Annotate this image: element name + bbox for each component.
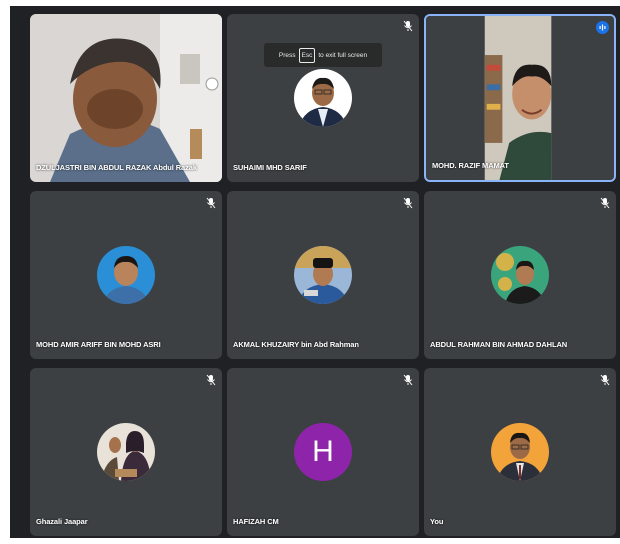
participant-name: AKMAL KHUZAIRY bin Abd Rahman <box>233 340 359 349</box>
participant-name: Ghazali Jaapar <box>36 517 88 526</box>
avatar <box>97 423 155 481</box>
mic-off-icon <box>403 20 413 32</box>
participant-tile[interactable]: AKMAL KHUZAIRY bin Abd Rahman <box>227 191 419 359</box>
participant-tile[interactable]: ABDUL RAHMAN BIN AHMAD DAHLAN <box>424 191 616 359</box>
participant-name: ABDUL RAHMAN BIN AHMAD DAHLAN <box>430 340 568 349</box>
meeting-grid: DZULJASTRI BIN ABDUL RAZAK Abdul Razak P… <box>10 6 620 538</box>
participant-video <box>30 14 222 182</box>
avatar <box>491 423 549 481</box>
mic-off-icon <box>206 197 216 209</box>
avatar <box>294 69 352 127</box>
avatar: H <box>294 423 352 481</box>
avatar <box>97 246 155 304</box>
participant-tile[interactable]: MOHD AMIR ARIFF BIN MOHD ASRI <box>30 191 222 359</box>
participant-name: SUHAIMI MHD SARIF <box>233 163 307 172</box>
esc-key: Esc <box>298 47 316 63</box>
participant-tile[interactable]: You <box>424 368 616 536</box>
mic-off-icon <box>403 374 413 386</box>
participant-name: MOHD AMIR ARIFF BIN MOHD ASRI <box>36 340 161 349</box>
hint-suffix: to exit full screen <box>318 51 368 59</box>
avatar <box>491 246 549 304</box>
participant-tile[interactable]: MOHD. RAZIF MAMAT <box>424 14 616 182</box>
participant-name: HAFIZAH CM <box>233 517 279 526</box>
participant-tile[interactable]: DZULJASTRI BIN ABDUL RAZAK Abdul Razak <box>30 14 222 182</box>
participant-name: MOHD. RAZIF MAMAT <box>432 161 509 170</box>
mic-off-icon <box>403 197 413 209</box>
participant-tile[interactable]: Press Esc to exit full screen SUHAIMI MH… <box>227 14 419 182</box>
mic-off-icon <box>206 374 216 386</box>
participant-name: You <box>430 517 444 526</box>
mic-off-icon <box>600 374 610 386</box>
participant-tile[interactable]: H HAFIZAH CM <box>227 368 419 536</box>
mic-off-icon <box>600 197 610 209</box>
avatar <box>294 246 352 304</box>
participant-name: DZULJASTRI BIN ABDUL RAZAK Abdul Razak <box>36 163 197 172</box>
fullscreen-hint: Press Esc to exit full screen <box>264 43 382 67</box>
participant-tile[interactable]: Ghazali Jaapar <box>30 368 222 536</box>
audio-level-icon <box>596 21 609 34</box>
participant-video <box>426 16 614 180</box>
hint-prefix: Press <box>278 51 296 59</box>
